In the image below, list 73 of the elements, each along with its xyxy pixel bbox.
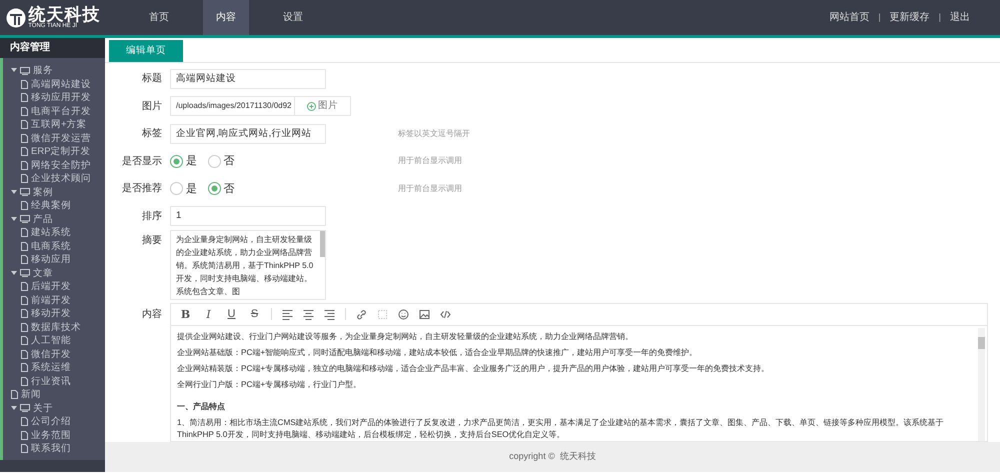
image-button[interactable]: 图片 [295,96,351,116]
tree-item[interactable]: 移动应用 [31,253,71,266]
field-label: 排序 [141,210,163,224]
tree-item[interactable]: 数据库技术 [31,320,81,334]
tree-item[interactable]: 移动开发 [31,307,71,320]
tree-item[interactable]: 联系我们 [31,442,71,456]
field-label: 摘要 [141,234,163,248]
tree-item[interactable]: 经典案例 [31,199,71,212]
field-label: 内容 [141,308,163,322]
hint-text: 标签以英文逗号隔开 [398,128,470,140]
company-name: 统天科技 [560,450,596,464]
content-heading: 一、产品特点 [177,400,226,413]
field-label: 是否显示 [121,154,163,169]
hint-text: 用于前台显示调用 [398,155,462,168]
tree-item[interactable]: 移动应用开发 [31,91,91,104]
field-label: 标题 [141,72,163,86]
input-field[interactable]: /uploads/images/20171130/0d92 [170,96,295,116]
tree-item[interactable]: 系统运维 [31,361,71,374]
copyright-text: copyright © [509,450,555,464]
tree-item[interactable]: 电商系统 [31,240,71,253]
tree-item[interactable]: 后端开发 [31,280,71,294]
toolbar-bold-button[interactable]: B [179,308,192,320]
input-field[interactable]: 高端网站建设 [170,68,326,89]
header-link[interactable]: 更新缓存 [890,10,930,25]
tree-item[interactable]: 服务 [33,64,53,78]
tab[interactable]: 编辑单页 [109,40,183,62]
radio-label: 是 [186,182,197,196]
toolbar-strike-button[interactable]: S [248,308,261,320]
tree-item[interactable]: 关于 [33,402,53,415]
tree-item[interactable]: 高端网站建设 [31,78,91,91]
field-label: 图片 [141,100,163,114]
content-paragraph: 企业网站基础版：PC端+智能响应式，同时适配电脑端和移动端，建站成本较低，适合企业早期品牌的快速推广，建站用户可享受一年的免费维护。 [177,346,698,359]
tree-item[interactable]: 电商平台开发 [31,104,91,118]
tree-item[interactable]: 微信开发 [31,348,71,361]
tree-item[interactable]: 建站系统 [31,226,71,240]
tree-item[interactable]: 业务范围 [31,428,71,442]
content-paragraph: 全网行业门户版：PC端+专属移动端，行业门户型。 [177,378,362,391]
radio-label: 否 [224,182,234,196]
sidebar-title: 内容管理 [0,38,105,58]
tree-item[interactable]: ERP定制开发 [31,145,91,158]
separator: | [878,10,881,24]
textarea-field[interactable]: 为企业量身定制网站，自主研发轻量级的企业建站系统，助力企业网络品牌营销。系统简洁易用，基于ThinkPHP 5.0开发，同时支持电脑端、移动端建站。系统包含文章、图 [170,230,326,300]
toolbar-italic-button[interactable]: I [202,308,215,320]
input-field[interactable]: 1 [170,206,326,226]
tree-item[interactable]: 新闻 [21,388,41,402]
logo-title: 统天科技 [28,6,100,23]
radio-label: 是 [186,154,197,169]
tree-item[interactable]: 企业技术顾问 [31,172,91,186]
radio-label: 否 [224,154,234,169]
nav-tab[interactable]: 首页 [136,0,182,35]
tree-item[interactable]: 微信开发运营 [31,132,91,145]
nav-tab[interactable]: 内容 [203,0,249,35]
content-paragraph: 提供企业网站建设、行业门户网站建设等服务，为企业量身定制网站，自主研发轻量级的企业建站系统，助力企业网络品牌营销。 [177,330,634,343]
tree-item[interactable]: 人工智能 [31,334,71,348]
tree-item[interactable]: 公司介绍 [31,415,71,428]
tree-item[interactable]: 前端开发 [31,294,71,307]
field-label: 是否推荐 [121,182,163,196]
separator: | [938,10,941,24]
tree-item[interactable]: 文章 [33,266,53,280]
header-link[interactable]: 网站首页 [829,10,870,25]
tree-item[interactable]: 行业资讯 [31,374,71,388]
toolbar-underline-button[interactable]: U [225,308,238,320]
tree-item[interactable]: 产品 [33,212,53,226]
tree-item[interactable]: 网络安全防护 [31,158,91,172]
field-label: 标签 [141,126,163,142]
content-paragraph: 企业网站精装版：PC端+专属移动端，独立的电脑端和移动端，适合企业产品丰富、企业服务广泛的用户，提升产品的用户体验，建站用户可享受一年的免费技术支持。 [177,362,770,375]
content-paragraph: 1、简洁易用：相比市场主流CMS建站系统，我们对产品的体验进行了反复改进，力求产品更简洁，更实用，基本满足了企业建站的基本需求，囊括了文章、图集、产品、下载、单页、链接等多种应用模型。该系统基于ThinkPHP 5.0开发，同时支持电脑端、移动端建站，后台模板绑定，轻松切换，支持后台SEO优化自定义等。 [177,416,945,441]
hint-text: 用于前台显示调用 [398,182,462,195]
nav-tab[interactable]: 设置 [270,0,316,35]
input-field[interactable]: 企业官网,响应式网站,行业网站 [170,124,326,144]
tree-item[interactable]: 互联网+方案 [31,118,87,132]
tree-item[interactable]: 案例 [33,186,53,199]
header-link[interactable]: 退出 [950,10,970,25]
